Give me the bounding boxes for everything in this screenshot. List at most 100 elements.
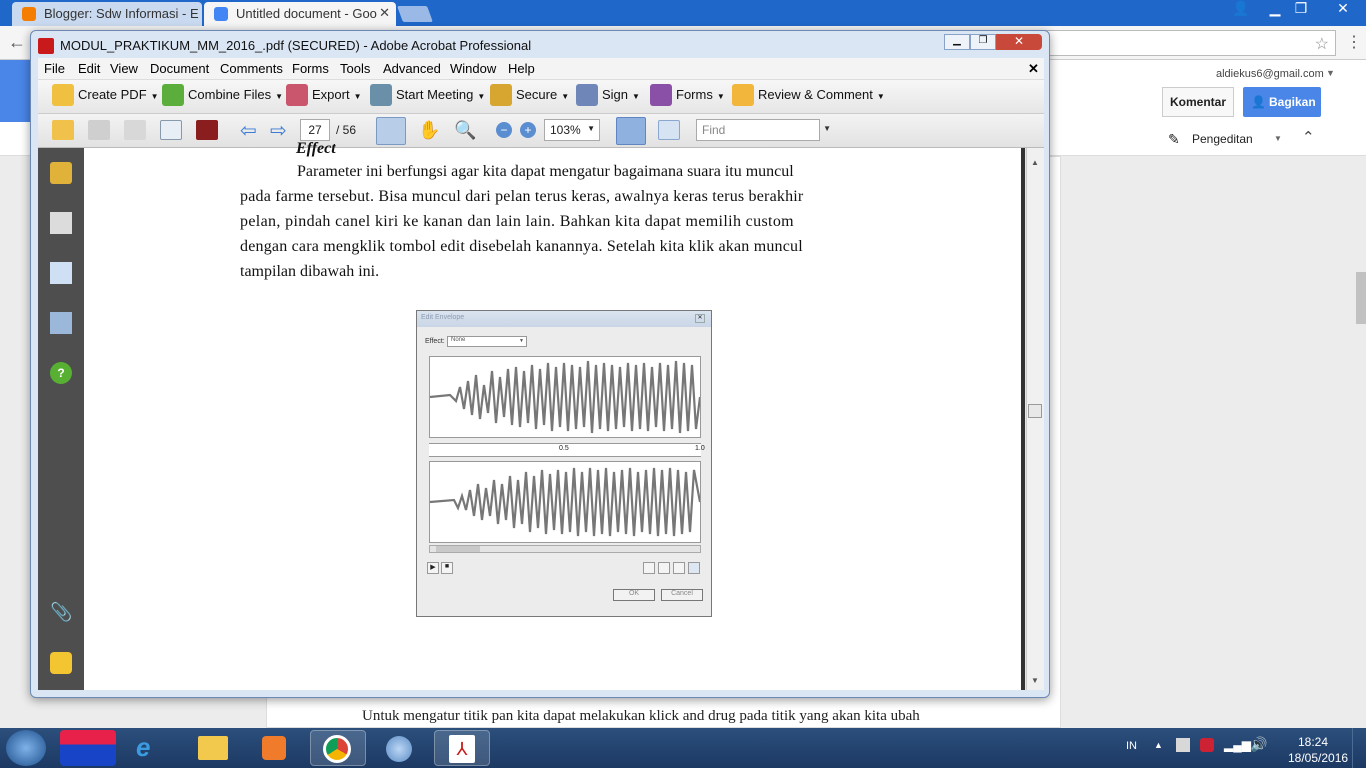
fit-width-icon[interactable] <box>616 117 646 145</box>
bridge-icon[interactable] <box>196 120 218 140</box>
scroll-up-icon[interactable]: ▲ <box>1031 158 1039 167</box>
zoom-level-value: 103% <box>550 123 581 137</box>
chrome-tab-docs[interactable]: Untitled document - Goo ✕ <box>204 2 396 26</box>
taskbar-acrobat[interactable]: ⅄ <box>434 730 490 766</box>
taskbar-chrome[interactable] <box>310 730 366 766</box>
hand-tool-icon[interactable]: ✋ <box>418 120 440 141</box>
collapse-icon[interactable]: ⌃ <box>1302 128 1315 146</box>
bookmarks-icon[interactable] <box>50 262 72 284</box>
minimize-icon[interactable]: ▁ <box>1262 0 1288 18</box>
email-icon[interactable] <box>160 120 182 140</box>
export-button[interactable]: Export ▼ <box>286 84 362 106</box>
menu-tools[interactable]: Tools <box>340 61 370 76</box>
menu-help[interactable]: Help <box>508 61 535 76</box>
attachment-icon[interactable]: 📎 <box>50 602 72 624</box>
docs-scrollbar[interactable] <box>1356 272 1366 324</box>
comments-button[interactable]: Komentar <box>1162 87 1234 117</box>
previous-page-icon[interactable]: ⇦ <box>240 118 257 143</box>
close-icon[interactable]: ✕ <box>379 5 390 21</box>
taskbar-chrome-alt[interactable] <box>372 730 428 766</box>
menu-advanced[interactable]: Advanced <box>383 61 441 76</box>
signal-icon[interactable]: ▂▄▆ <box>1224 738 1251 752</box>
new-tab-button[interactable] <box>397 6 433 22</box>
pages-icon[interactable] <box>50 212 72 234</box>
minimize-icon[interactable]: ▁ <box>944 34 970 50</box>
comments-icon[interactable] <box>50 652 72 674</box>
taskbar-media[interactable] <box>248 730 304 766</box>
fit-page-icon[interactable] <box>658 120 680 140</box>
menu-view[interactable]: View <box>110 61 138 76</box>
menu-edit[interactable]: Edit <box>78 61 100 76</box>
pane-divider[interactable] <box>1021 148 1025 690</box>
action-center-icon[interactable] <box>1176 738 1190 752</box>
help-icon[interactable]: ? <box>50 362 72 384</box>
zoom-in-icon[interactable]: + <box>520 122 536 138</box>
start-meeting-button[interactable]: Start Meeting ▼ <box>370 84 485 106</box>
blogger-icon <box>22 7 36 21</box>
print-icon[interactable] <box>88 120 110 140</box>
combine-files-button[interactable]: Combine Files ▼ <box>162 84 283 106</box>
sign-button[interactable]: Sign ▼ <box>576 84 640 106</box>
menu-window[interactable]: Window <box>450 61 496 76</box>
zoom-out-icon[interactable]: − <box>496 122 512 138</box>
maximize-icon[interactable]: ❐ <box>970 34 996 50</box>
secure-label: Secure <box>516 87 558 102</box>
save-icon[interactable] <box>124 120 146 140</box>
close-window-icon[interactable]: ✕ <box>996 34 1042 50</box>
stop-icon: ■ <box>441 562 453 574</box>
taskbar-explorer[interactable] <box>186 730 242 766</box>
security-icon[interactable] <box>1200 738 1214 752</box>
zoom-level-select[interactable]: 103% ▼ <box>544 119 600 141</box>
lock-icon[interactable] <box>50 162 72 184</box>
seconds-icon <box>673 562 685 574</box>
close-window-icon[interactable]: ✕ <box>1326 0 1360 18</box>
zoom-in-icon <box>643 562 655 574</box>
figure-scrollbar <box>429 545 701 553</box>
pdf-vertical-scrollbar[interactable]: ▲ ▼ <box>1026 148 1044 690</box>
account-email[interactable]: aldiekus6@gmail.com <box>1216 68 1324 80</box>
chevron-down-icon[interactable]: ▼ <box>1326 68 1335 78</box>
bookmark-star-icon[interactable]: ☆ <box>1315 34 1329 54</box>
figure-cancel-button: Cancel <box>661 589 703 601</box>
ruler-mid-label: 0.5 <box>559 445 569 452</box>
zoom-tool-icon[interactable]: 🔍 <box>454 120 476 141</box>
create-pdf-label: Create PDF <box>78 87 147 102</box>
menu-file[interactable]: File <box>44 61 65 76</box>
menu-document[interactable]: Document <box>150 61 209 76</box>
menu-comments[interactable]: Comments <box>220 61 283 76</box>
find-input[interactable]: Find ▼ <box>696 119 831 141</box>
docs-logo[interactable] <box>0 60 34 122</box>
profile-icon[interactable]: 👤 <box>1228 0 1254 18</box>
navigation-pane: ? 📎 <box>38 148 84 690</box>
show-desktop-button[interactable] <box>1352 728 1366 768</box>
secure-button[interactable]: Secure ▼ <box>490 84 569 106</box>
select-tool-icon[interactable] <box>376 117 406 145</box>
back-icon[interactable]: ← <box>8 32 26 53</box>
scroll-down-icon[interactable]: ▼ <box>1031 676 1039 685</box>
forms-button[interactable]: Forms ▼ <box>650 84 725 106</box>
chrome-tab-blogger[interactable]: Blogger: Sdw Informasi - E <box>12 2 202 26</box>
open-folder-icon[interactable] <box>52 120 74 140</box>
pencil-icon: ✎ <box>1168 131 1180 147</box>
restore-icon[interactable]: ❐ <box>1288 0 1314 18</box>
volume-icon[interactable]: 🔊 <box>1250 736 1267 753</box>
chevron-down-icon[interactable]: ▼ <box>823 124 831 133</box>
chevron-down-icon[interactable]: ▼ <box>1274 134 1282 143</box>
create-pdf-button[interactable]: Create PDF ▼ <box>52 84 159 106</box>
next-page-icon[interactable]: ⇨ <box>270 118 287 143</box>
address-bar[interactable]: ☆ <box>1040 30 1336 56</box>
taskbar-app-flag[interactable] <box>60 730 116 766</box>
share-button[interactable]: 👤 Bagikan <box>1243 87 1321 117</box>
review-comment-button[interactable]: Review & Comment ▼ <box>732 84 885 106</box>
signatures-icon[interactable] <box>50 312 72 334</box>
start-button[interactable] <box>6 730 46 766</box>
system-clock[interactable]: 18:24 18/05/2016 <box>1288 734 1348 766</box>
menu-forms[interactable]: Forms <box>292 61 329 76</box>
close-document-icon[interactable]: ✕ <box>1028 61 1039 77</box>
chrome-menu-icon[interactable]: ⋮ <box>1346 32 1362 52</box>
taskbar-ie[interactable]: e <box>122 730 178 766</box>
language-indicator[interactable]: IN <box>1126 740 1137 752</box>
editing-mode-dropdown[interactable]: Pengeditan <box>1192 132 1253 146</box>
scroll-thumb[interactable] <box>1028 404 1042 418</box>
tray-expand-icon[interactable]: ▲ <box>1154 740 1163 750</box>
